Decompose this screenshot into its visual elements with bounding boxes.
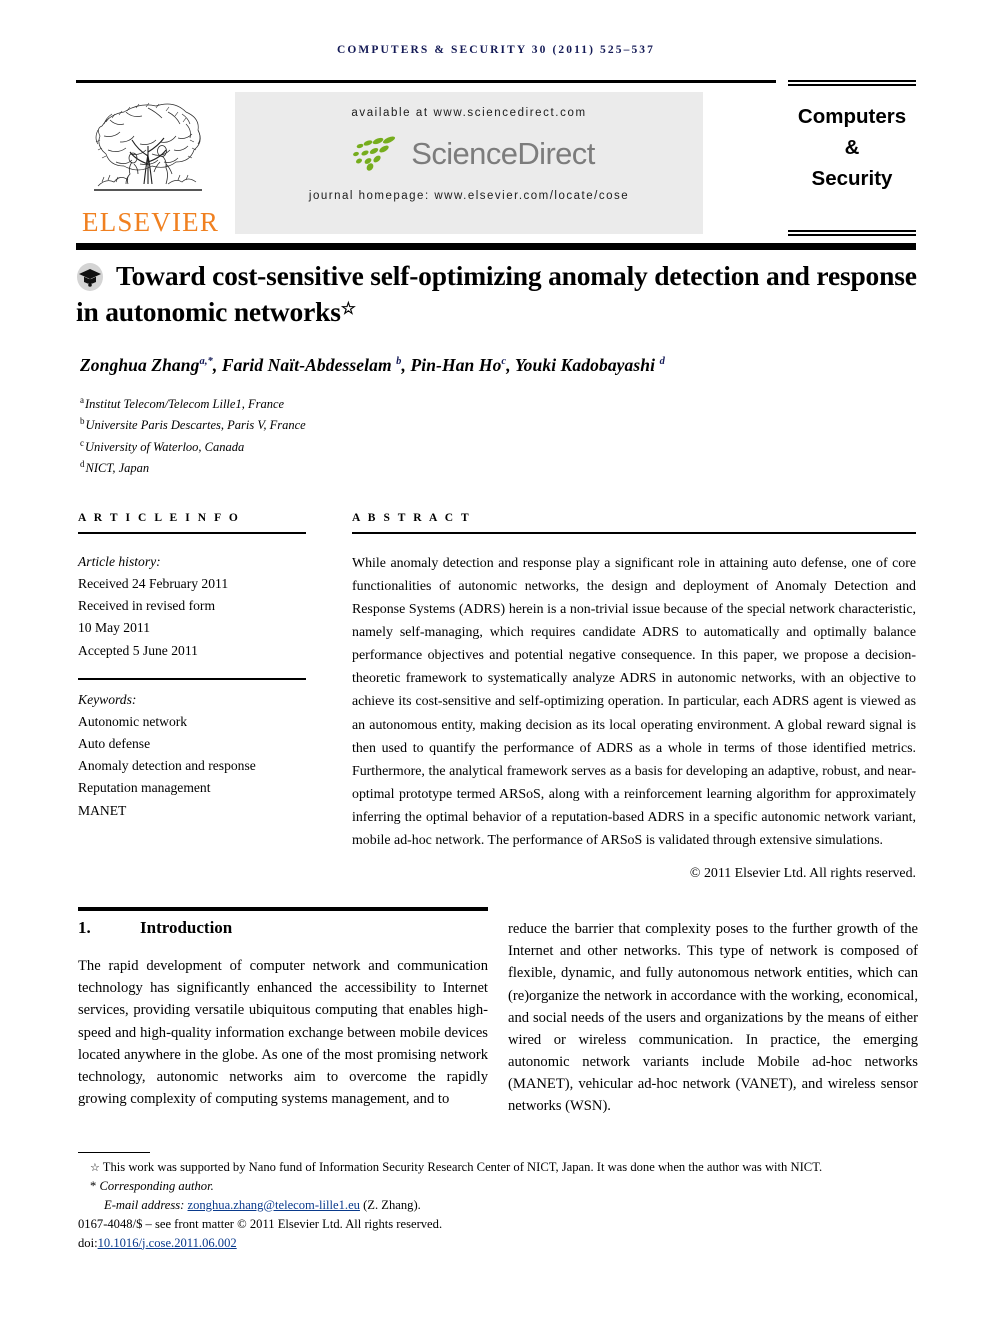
- article-history-group: Article history: Received 24 February 20…: [78, 542, 306, 662]
- doi-label: doi:: [78, 1235, 98, 1250]
- journal-article-page: COMPUTERS & SECURITY 30 (2011) 525–537 E…: [0, 0, 992, 1323]
- author-marks: c: [501, 356, 507, 368]
- section-heading-introduction: 1. Introduction: [78, 918, 488, 938]
- email-suffix: (Z. Zhang).: [363, 1197, 421, 1212]
- title-block: Toward cost-sensitive self-optimizing an…: [76, 258, 926, 331]
- affiliation-mark: b: [80, 416, 85, 427]
- abstract-rule: [352, 532, 916, 534]
- keyword-item: Reputation management: [78, 780, 211, 796]
- affiliation-list: aInstitut Telecom/Telecom Lille1, France…: [80, 393, 680, 479]
- author-name: Zonghua Zhang: [80, 355, 200, 375]
- corresponding-marker: *: [90, 1178, 97, 1193]
- affiliation-item: dNICT, Japan: [80, 457, 680, 478]
- email-link[interactable]: zonghua.zhang@telecom-lille1.eu: [188, 1198, 360, 1212]
- intro-paragraph-right: reduce the barrier that complexity poses…: [508, 921, 918, 1115]
- affiliation-item: cUniversity of Waterloo, Canada: [80, 436, 680, 457]
- journal-homepage-text: journal homepage: www.elsevier.com/locat…: [308, 190, 630, 202]
- keyword-item: Autonomic network: [78, 713, 188, 729]
- article-history-item: 10 May 2011: [78, 620, 150, 636]
- journal-title-bottom-rule: [788, 230, 916, 236]
- footnote-funding: ☆ This work was supported by Nano fund o…: [78, 1158, 918, 1177]
- section-number: 1.: [78, 918, 91, 937]
- keyword-item: MANET: [78, 802, 127, 818]
- elsevier-tree-icon: [94, 102, 202, 191]
- corresponding-text: Corresponding author.: [99, 1178, 214, 1193]
- affiliation-text: University of Waterloo, Canada: [85, 439, 245, 454]
- article-history-label: Article history:: [78, 554, 161, 569]
- affiliation-mark: a: [80, 395, 84, 405]
- author-name: Farid Naït-Abdesselam: [221, 355, 392, 375]
- author-name: Youki Kadobayashi: [514, 355, 656, 375]
- masthead: ELSEVIER available at www.sciencedirect.…: [76, 80, 916, 240]
- elsevier-logo: ELSEVIER: [82, 92, 222, 240]
- journal-title-line-1: Computers: [797, 105, 907, 128]
- footnote-issn: 0167-4048/$ – see front matter © 2011 El…: [78, 1216, 443, 1231]
- page-title: Toward cost-sensitive self-optimizing an…: [76, 258, 926, 331]
- footnote-separator: [78, 1152, 150, 1153]
- footnote-funding-text: This work was supported by Nano fund of …: [102, 1160, 823, 1174]
- sciencedirect-logo: ScienceDirect: [343, 133, 595, 173]
- elsevier-wordmark: ELSEVIER: [82, 207, 220, 237]
- author-list: Zonghua Zhanga,*, Farid Naït-Abdesselam …: [80, 355, 665, 375]
- sciencedirect-banner: available at www.sciencedirect.com Scien…: [235, 92, 703, 234]
- affiliation-text: Institut Telecom/Telecom Lille1, France: [85, 397, 285, 412]
- article-info-heading: A R T I C L E I N F O: [78, 512, 241, 524]
- footnote-email: E-mail address: zonghua.zhang@telecom-li…: [78, 1196, 918, 1215]
- email-label: E-mail address:: [104, 1197, 185, 1212]
- affiliation-text: Universite Paris Descartes, Paris V, Fra…: [85, 418, 306, 433]
- article-title-text: Toward cost-sensitive self-optimizing an…: [76, 260, 917, 328]
- journal-title-top-rule: [788, 80, 916, 86]
- sciencedirect-seeds-icon: [353, 136, 396, 171]
- article-history-item: Accepted 5 June 2011: [78, 642, 198, 658]
- journal-title-line-2: &: [844, 135, 860, 159]
- article-history-item: Received 24 February 2011: [78, 576, 229, 592]
- footnote-corresponding: * Corresponding author.: [78, 1177, 918, 1196]
- masthead-top-rule: [76, 80, 776, 83]
- running-head: COMPUTERS & SECURITY 30 (2011) 525–537: [336, 44, 655, 56]
- intro-paragraph-left: The rapid development of computer networ…: [78, 958, 488, 1108]
- sciencedirect-wordmark: ScienceDirect: [411, 135, 595, 171]
- doi-link[interactable]: 10.1016/j.cose.2011.06.002: [98, 1236, 237, 1250]
- keyword-item: Auto defense: [78, 736, 151, 752]
- graduation-cap-badge-icon: [77, 263, 103, 291]
- masthead-bottom-band: [76, 243, 916, 250]
- affiliation-text: NICT, Japan: [85, 461, 150, 476]
- keyword-item: Anomaly detection and response: [78, 758, 256, 774]
- keywords-group: Keywords: Autonomic network Auto defense…: [78, 680, 306, 822]
- affiliation-item: aInstitut Telecom/Telecom Lille1, France: [80, 393, 680, 414]
- author-name: Pin-Han Ho: [410, 355, 502, 375]
- available-at-text: available at www.sciencedirect.com: [351, 107, 587, 119]
- section-rule: [78, 907, 488, 911]
- journal-title-block: Computers & Security: [788, 102, 916, 194]
- author-marks: b: [396, 356, 402, 368]
- footnote-block: ☆ This work was supported by Nano fund o…: [78, 1158, 918, 1252]
- abstract-column: A B S T R A C T While anomaly detection …: [352, 512, 916, 882]
- footnote-doi: doi:10.1016/j.cose.2011.06.002: [78, 1234, 918, 1253]
- keywords-label: Keywords:: [78, 691, 137, 707]
- author-marks: a,*: [199, 356, 213, 368]
- affiliation-item: bUniversite Paris Descartes, Paris V, Fr…: [80, 414, 680, 435]
- footnote-star-marker: ☆: [90, 1162, 100, 1174]
- article-history-item: Received in revised form: [78, 598, 216, 614]
- abstract-copyright: © 2011 Elsevier Ltd. All rights reserved…: [689, 866, 916, 882]
- abstract-heading: A B S T R A C T: [352, 512, 472, 524]
- affiliation-mark: c: [80, 437, 84, 448]
- article-info-rule-top: [78, 532, 306, 534]
- section-title: Introduction: [140, 918, 233, 937]
- abstract-text: While anomaly detection and response pla…: [352, 556, 916, 848]
- affiliation-mark: d: [80, 459, 85, 470]
- article-info-column: A R T I C L E I N F O Article history: R…: [78, 512, 306, 822]
- journal-title-line-3: Security: [811, 166, 893, 190]
- title-footnote-marker: ☆: [340, 299, 356, 319]
- author-marks: d: [659, 356, 665, 368]
